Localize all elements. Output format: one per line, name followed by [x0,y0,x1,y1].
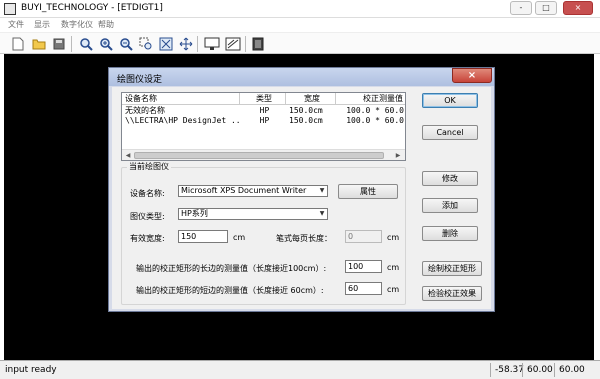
zoom-all-icon[interactable] [158,36,174,52]
long-side-label: 输出的校正矩形的长边的测量值（长度接近100cm）: [136,264,327,273]
short-side-unit: cm [387,285,400,294]
effective-width-unit: cm [233,233,246,242]
calculator-icon[interactable] [250,36,266,52]
scroll-thumb[interactable] [134,152,384,159]
chevron-down-icon[interactable]: ▼ [317,186,327,196]
plotter-type-label: 图仪类型: [130,212,165,221]
cell-device-name: 无效的名称 [125,106,165,115]
device-name-label: 设备名称: [130,189,165,198]
plotter-icon[interactable] [225,36,241,52]
toolbar-separator [71,36,72,52]
chevron-down-icon[interactable]: ▼ [317,209,327,219]
table-row[interactable]: \\LECTRA\HP DesignJet ... HP 150.0cm 100… [122,116,405,126]
cell-calibration: 100.0 * 60.0 [346,116,404,125]
horizontal-scrollbar[interactable]: ◀ ▶ [122,149,405,160]
status-y-coordinate: 60.00 [522,363,554,377]
menu-view[interactable]: 显示 [34,19,50,30]
title-bar: BUYI_TECHNOLOGY - [ETDIGT1] - □ × [0,0,600,18]
modify-button[interactable]: 修改 [422,171,478,186]
column-header-calibration[interactable]: 校正测量值 [336,93,405,105]
digitizer-icon[interactable] [204,36,220,52]
long-side-input[interactable]: 100 [345,260,382,273]
status-value: 60.00 [554,363,598,377]
short-side-label: 输出的校正矩形的短边的测量值（长度接近 60cm）: [136,286,324,295]
zoom-window-icon[interactable] [138,36,154,52]
column-header-device-name[interactable]: 设备名称 [122,93,240,105]
delete-button[interactable]: 删除 [422,226,478,241]
dialog-close-button[interactable]: × [452,68,492,83]
scroll-left-arrow-icon[interactable]: ◀ [123,151,133,160]
cell-type: HP [259,106,270,115]
status-x-coordinate: -58.37 [490,363,524,377]
effective-width-input[interactable]: 150 [178,230,228,243]
toolbar-separator [245,36,246,52]
zoom-out-icon[interactable] [118,36,134,52]
menu-file[interactable]: 文件 [8,19,24,30]
status-message: input ready [5,365,57,375]
page-length-label: 笔式每页长度： [276,234,332,243]
zoom-in-icon[interactable] [98,36,114,52]
new-file-icon[interactable] [10,36,26,52]
cell-device-name: \\LECTRA\HP DesignJet ... [125,116,240,125]
cell-width: 150.0cm [289,116,323,125]
device-name-select[interactable]: Microsoft XPS Document Writer ▼ [178,185,328,197]
long-side-unit: cm [387,263,400,272]
page-length-unit: cm [387,233,400,242]
cancel-button[interactable]: Cancel [422,125,478,140]
short-side-input[interactable]: 60 [345,282,382,295]
check-calibration-button[interactable]: 检验校正效果 [422,286,482,301]
minimize-button[interactable]: - [510,1,532,15]
dialog-title: 绘图仪设定 [117,75,163,85]
plotter-list[interactable]: 设备名称 类型 宽度 校正测量值 无效的名称 HP 150.0cm 100.0 … [121,92,406,161]
effective-width-label: 有效宽度: [130,234,165,243]
ok-button[interactable]: OK [422,93,478,108]
maximize-button[interactable]: □ [535,1,557,15]
column-header-width[interactable]: 宽度 [286,93,336,105]
close-button[interactable]: × [563,1,593,15]
window-title: BUYI_TECHNOLOGY - [ETDIGT1] [21,3,163,13]
table-row[interactable]: 无效的名称 HP 150.0cm 100.0 * 60.0 [122,106,405,116]
menu-bar: 文件 显示 数字化仪 帮助 [0,18,600,32]
cell-calibration: 100.0 * 60.0 [346,106,404,115]
current-plotter-group-title: 当前绘图仪 [127,161,171,172]
device-name-value: Microsoft XPS Document Writer [181,186,307,195]
properties-button[interactable]: 属性 [338,184,398,199]
plotter-settings-dialog: 绘图仪设定 × 设备名称 类型 宽度 校正测量值 无效的名称 HP 150.0c… [108,67,495,312]
column-header-type[interactable]: 类型 [240,93,286,105]
dialog-title-bar: 绘图仪设定 × [109,68,494,86]
add-button[interactable]: 添加 [422,198,478,213]
scroll-right-arrow-icon[interactable]: ▶ [393,151,403,160]
plotter-type-select[interactable]: HP系列 ▼ [178,208,328,220]
status-bar: input ready -58.37 60.00 60.00 [0,360,600,379]
toolbar [0,32,600,54]
menu-digitizer[interactable]: 数字化仪 [61,19,93,30]
dialog-body: 设备名称 类型 宽度 校正测量值 无效的名称 HP 150.0cm 100.0 … [112,87,491,309]
plot-calibration-rect-button[interactable]: 绘制校正矩形 [422,261,482,276]
cell-width: 150.0cm [289,106,323,115]
app-icon [4,3,16,15]
toolbar-separator [197,36,198,52]
pan-icon[interactable] [178,36,194,52]
plotter-type-value: HP系列 [181,209,208,218]
open-folder-icon[interactable] [31,36,47,52]
save-disk-icon[interactable] [51,36,67,52]
page-length-input: 0 [345,230,382,243]
menu-help[interactable]: 帮助 [98,19,114,30]
zoom-fit-icon[interactable] [78,36,94,52]
cell-type: HP [259,116,270,125]
